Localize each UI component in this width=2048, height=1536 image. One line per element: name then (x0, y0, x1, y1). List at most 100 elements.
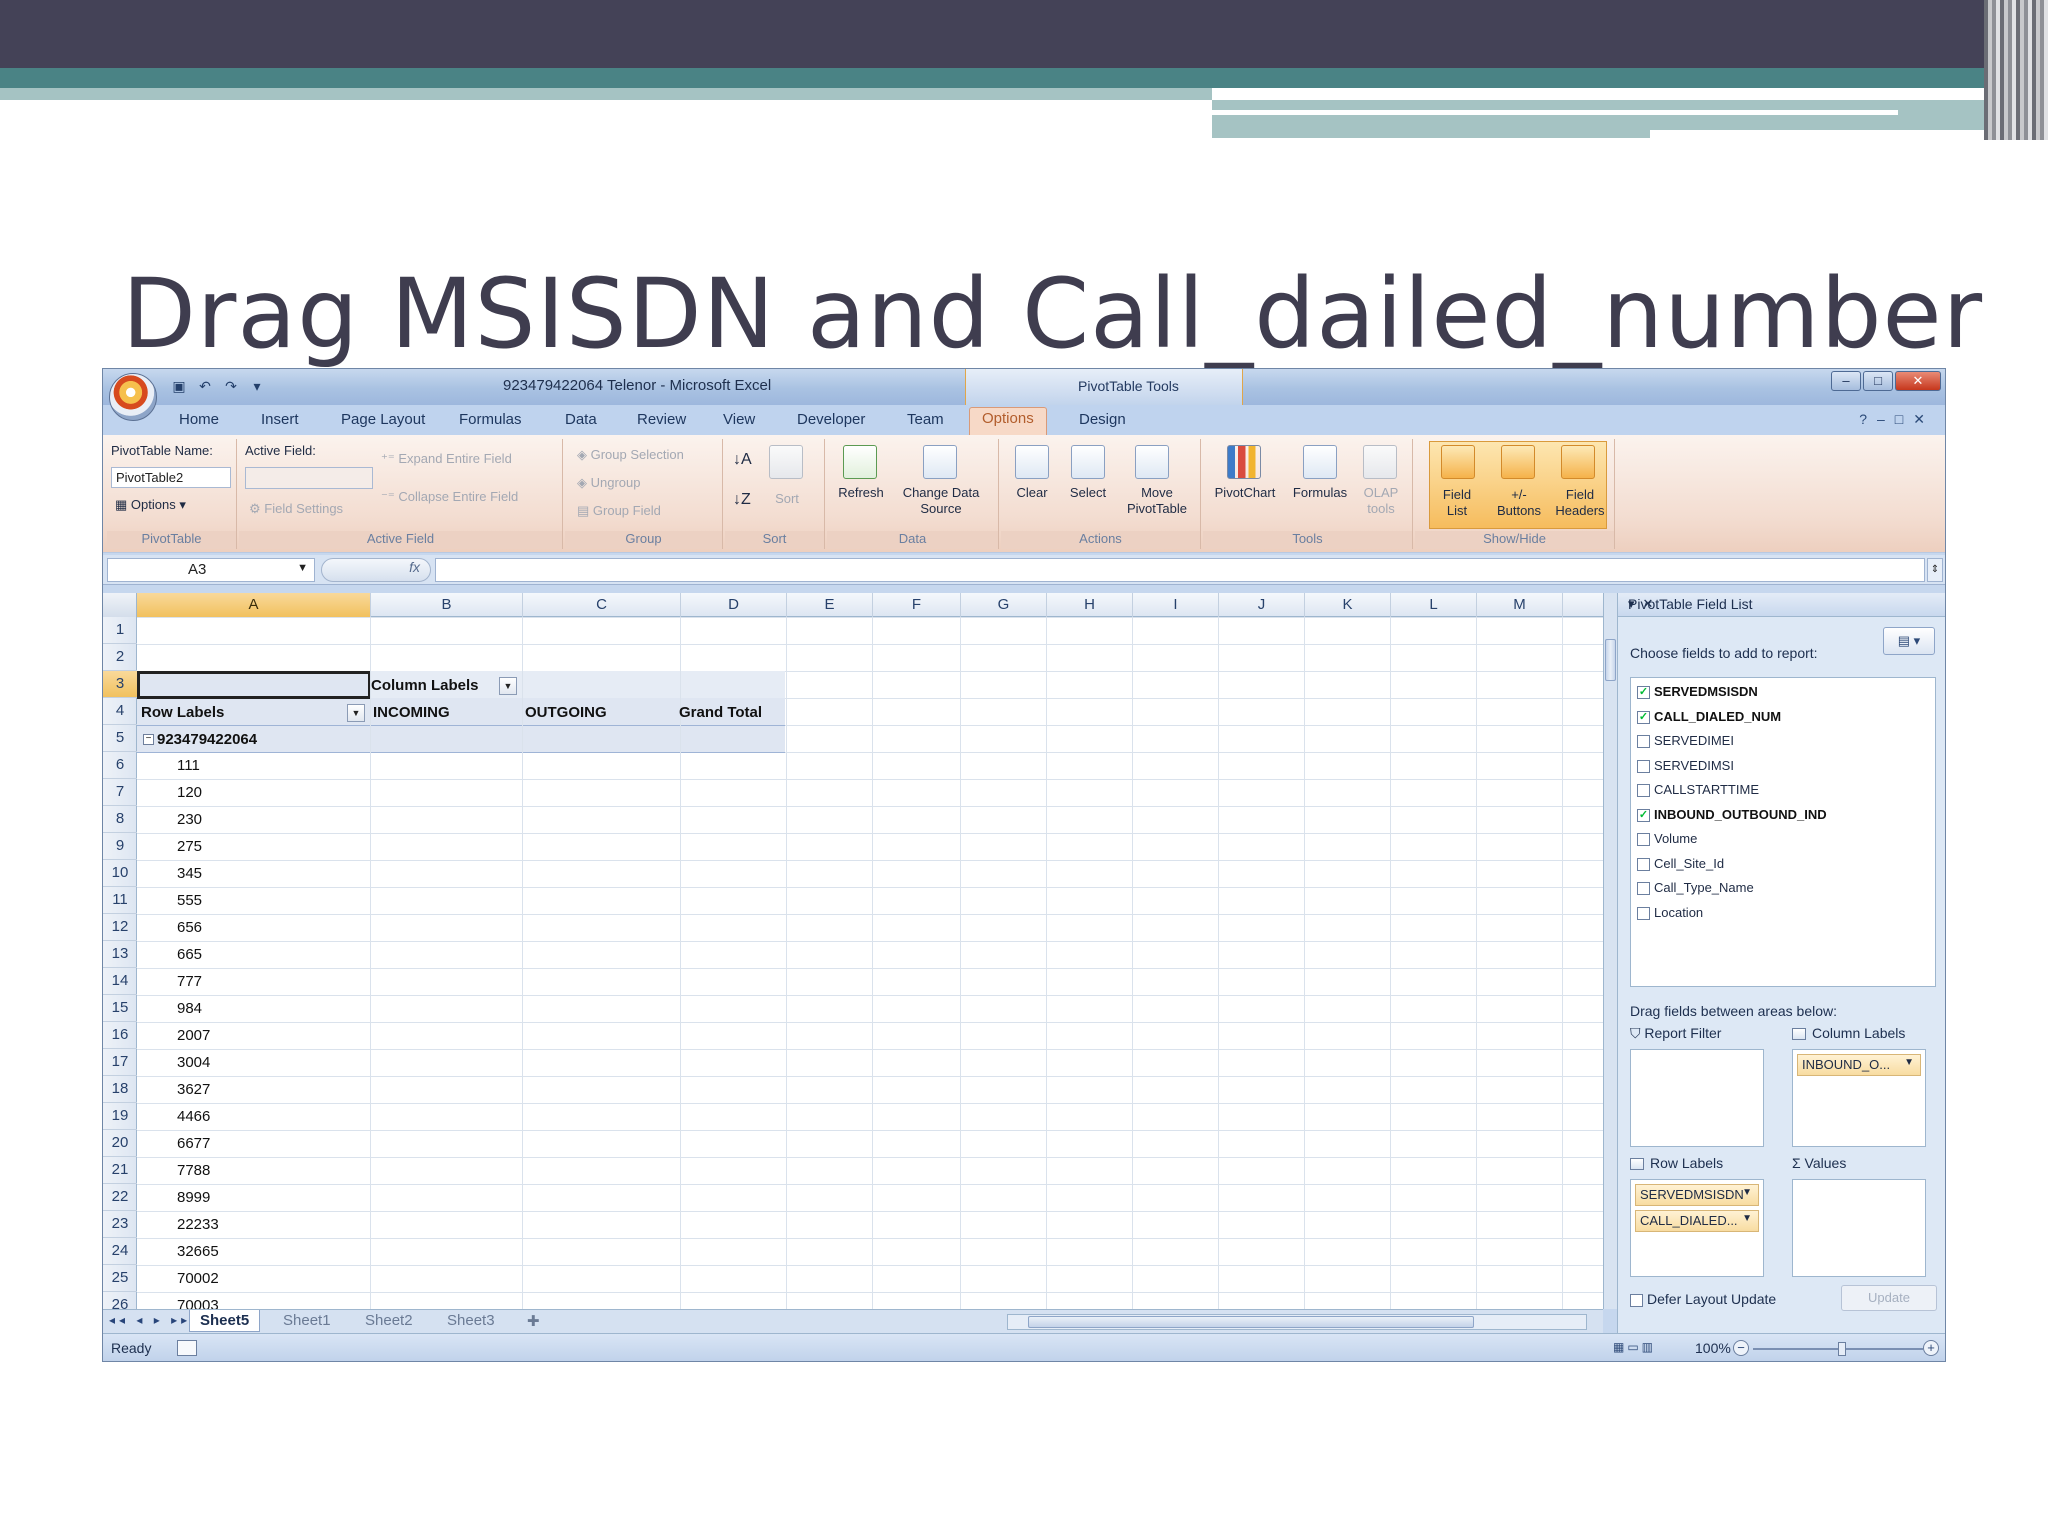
field-item[interactable]: Cell_Site_Id (1637, 856, 1724, 878)
column-header-d[interactable]: D (681, 593, 787, 617)
update-button[interactable]: Update (1841, 1285, 1937, 1311)
column-header-g[interactable]: G (961, 593, 1047, 617)
pivottable-options-button[interactable]: ▦ Options ▾ (115, 497, 186, 513)
undo-icon[interactable]: ↶ (195, 377, 215, 395)
olap-tools-icon[interactable] (1363, 445, 1397, 479)
change-data-source-icon[interactable] (923, 445, 957, 479)
tab-insert[interactable]: Insert (261, 411, 299, 428)
column-header-l[interactable]: L (1391, 593, 1477, 617)
column-header-a[interactable]: A (137, 593, 371, 617)
row-header-11[interactable]: 11 (103, 887, 137, 914)
ungroup-button[interactable]: ◈ Ungroup (577, 475, 640, 491)
field-checkbox[interactable] (1637, 784, 1650, 798)
row-header-17[interactable]: 17 (103, 1049, 137, 1076)
field-item[interactable]: SERVEDIMEI (1637, 733, 1734, 755)
row-header-7[interactable]: 7 (103, 779, 137, 806)
sheet-tab-sheet2[interactable]: Sheet2 (355, 1310, 423, 1332)
tab-design[interactable]: Design (1079, 411, 1126, 428)
field-checkbox[interactable] (1637, 882, 1650, 896)
column-header-b[interactable]: B (371, 593, 523, 617)
row-header-26[interactable]: 26 (103, 1292, 137, 1309)
group-field-button[interactable]: ▤ Group Field (577, 503, 661, 519)
row-header-14[interactable]: 14 (103, 968, 137, 995)
row-header-5[interactable]: 5 (103, 725, 137, 752)
field-item[interactable]: SERVEDIMSI (1637, 758, 1734, 780)
report-filter-area[interactable] (1630, 1049, 1764, 1147)
column-labels-area[interactable]: INBOUND_O... ▼ (1792, 1049, 1926, 1147)
tab-formulas[interactable]: Formulas (459, 411, 522, 428)
field-item[interactable]: Location (1637, 905, 1703, 927)
field-checkbox[interactable] (1637, 857, 1650, 871)
horizontal-scroll-thumb[interactable] (1028, 1316, 1474, 1328)
row-header-8[interactable]: 8 (103, 806, 137, 833)
zoom-level[interactable]: 100% (1695, 1340, 1731, 1356)
row-header-13[interactable]: 13 (103, 941, 137, 968)
horizontal-scrollbar[interactable] (1007, 1314, 1587, 1330)
name-box[interactable]: A3 ▼ (107, 558, 315, 582)
collapse-field-button[interactable]: ⁻⁼ Collapse Entire Field (381, 489, 518, 505)
row-header-18[interactable]: 18 (103, 1076, 137, 1103)
expand-field-button[interactable]: ⁺⁼ Expand Entire Field (381, 451, 512, 467)
row-header-2[interactable]: 2 (103, 644, 137, 671)
row-header-10[interactable]: 10 (103, 860, 137, 887)
sort-icon[interactable] (769, 445, 803, 479)
zoom-slider-knob[interactable] (1838, 1342, 1846, 1356)
tab-options[interactable]: Options (969, 407, 1047, 435)
row-header-12[interactable]: 12 (103, 914, 137, 941)
chevron-down-icon[interactable]: ▼ (297, 562, 308, 574)
field-list-icon[interactable] (1441, 445, 1475, 479)
row-header-6[interactable]: 6 (103, 752, 137, 779)
zoom-in-icon[interactable]: + (1923, 1340, 1939, 1356)
field-checkbox[interactable] (1637, 906, 1650, 920)
field-item[interactable]: CALLSTARTTIME (1637, 782, 1759, 804)
move-pivottable-icon[interactable] (1135, 445, 1169, 479)
tab-page-layout[interactable]: Page Layout (341, 411, 425, 428)
pivottable-name-input[interactable]: PivotTable2 (111, 467, 231, 488)
field-checkbox[interactable] (1637, 759, 1650, 773)
vertical-scrollbar[interactable] (1603, 593, 1617, 1309)
sheet-tab-sheet1[interactable]: Sheet1 (273, 1310, 341, 1332)
row-header-25[interactable]: 25 (103, 1265, 137, 1292)
qat-dropdown-icon[interactable]: ▾ (247, 377, 267, 395)
row-header-16[interactable]: 16 (103, 1022, 137, 1049)
field-headers-icon[interactable] (1561, 445, 1595, 479)
worksheet-grid[interactable]: ABCDEFGHIJKLM 1 2 3 4 5 6 7 8 9 10 11 12 13 14 15 16 17 1… (103, 593, 1603, 1309)
pivotchart-icon[interactable] (1227, 445, 1261, 479)
tab-home[interactable]: Home (179, 411, 219, 428)
insert-function-button[interactable]: fx (321, 558, 431, 582)
row-header-19[interactable]: 19 (103, 1103, 137, 1130)
row-header-4[interactable]: 4 (103, 698, 137, 725)
row-header-1[interactable]: 1 (103, 617, 137, 644)
field-item[interactable]: Volume (1637, 831, 1697, 853)
vertical-scroll-thumb[interactable] (1605, 639, 1616, 681)
field-item[interactable]: Call_Type_Name (1637, 880, 1754, 902)
tab-team[interactable]: Team (907, 411, 944, 428)
redo-icon[interactable]: ↷ (221, 377, 241, 395)
tab-data[interactable]: Data (565, 411, 597, 428)
defer-layout-checkbox[interactable]: Defer Layout Update (1630, 1291, 1776, 1307)
buttons-icon[interactable] (1501, 445, 1535, 479)
row-header-15[interactable]: 15 (103, 995, 137, 1022)
defer-checkbox-box[interactable] (1630, 1293, 1643, 1307)
column-header-h[interactable]: H (1047, 593, 1133, 617)
field-list-close-icon[interactable]: ▾✕ (1628, 596, 1939, 612)
values-area[interactable] (1792, 1179, 1926, 1277)
field-item[interactable]: ✓ CALL_DIALED_NUM (1637, 709, 1781, 731)
row-header-3[interactable]: 3 (103, 671, 137, 698)
field-checkbox[interactable]: ✓ (1637, 808, 1650, 822)
save-icon[interactable]: ▣ (169, 377, 189, 395)
office-button[interactable] (109, 373, 157, 421)
column-header-e[interactable]: E (787, 593, 873, 617)
select-icon[interactable] (1071, 445, 1105, 479)
group-selection-button[interactable]: ◈ Group Selection (577, 447, 684, 463)
column-header-j[interactable]: J (1219, 593, 1305, 617)
field-checkbox[interactable] (1637, 735, 1650, 749)
row-header-24[interactable]: 24 (103, 1238, 137, 1265)
formulas-icon[interactable] (1303, 445, 1337, 479)
macro-record-icon[interactable] (177, 1340, 197, 1356)
field-list-layout-button[interactable]: ▤ ▾ (1883, 627, 1935, 655)
row-header-21[interactable]: 21 (103, 1157, 137, 1184)
active-field-input[interactable] (245, 467, 373, 489)
row-header-22[interactable]: 22 (103, 1184, 137, 1211)
row-labels-area[interactable]: SERVEDMSISDN ▼ CALL_DIALED... ▼ (1630, 1179, 1764, 1277)
